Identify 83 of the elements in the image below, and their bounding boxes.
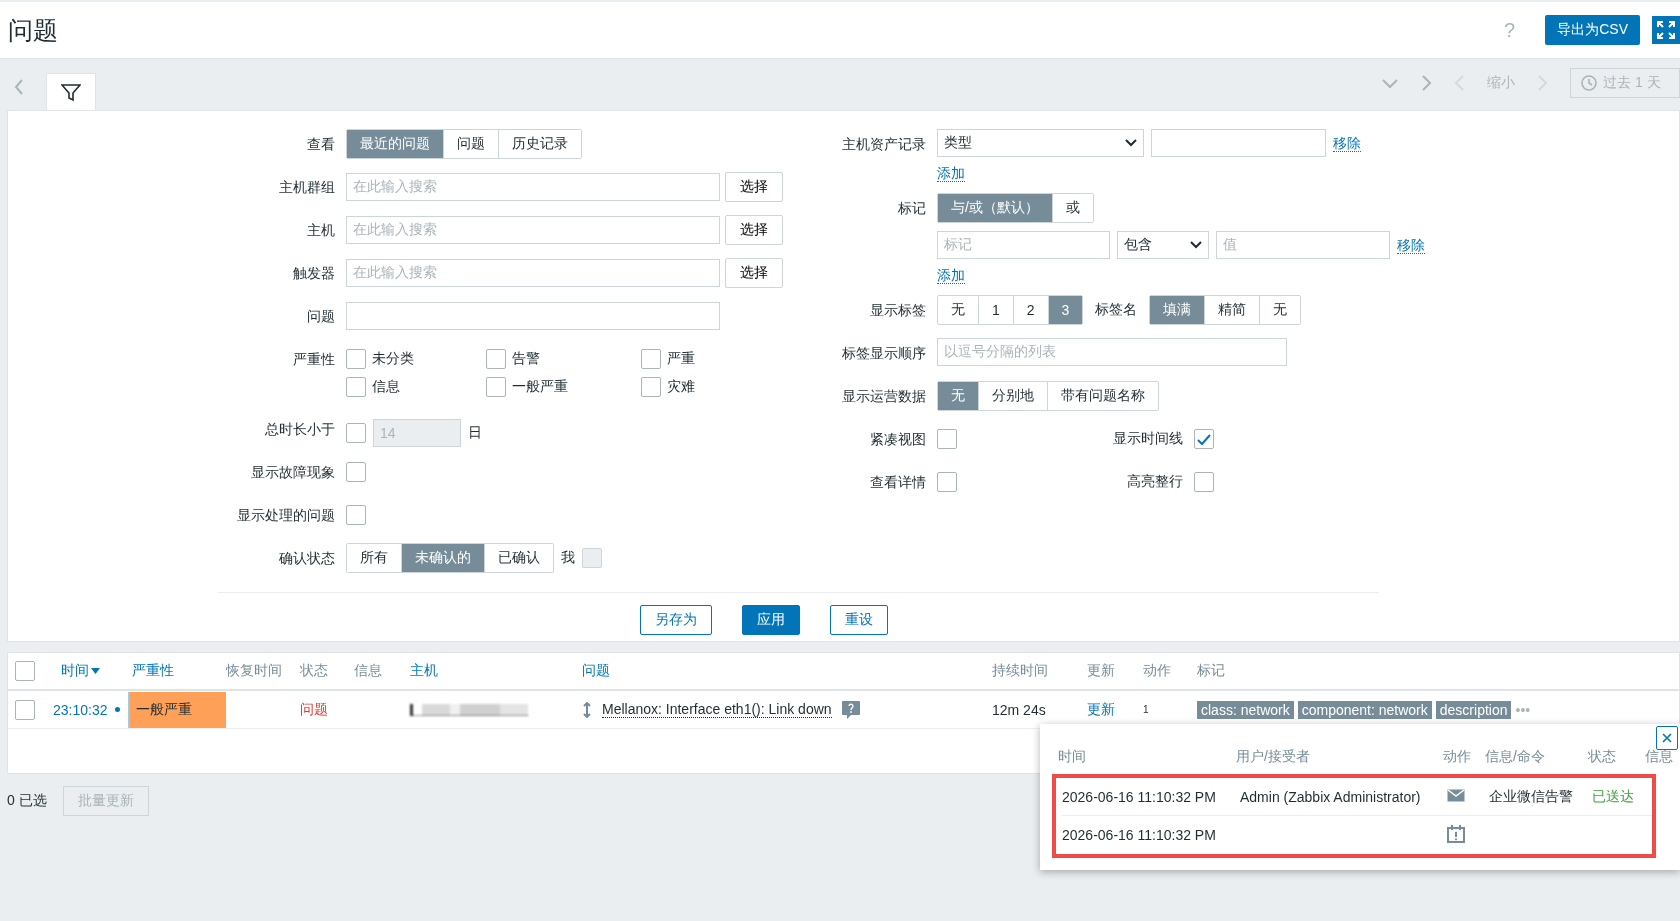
column-header: 动作 xyxy=(1443,748,1472,766)
update-link[interactable]: 更新 xyxy=(1087,700,1143,719)
column-header[interactable]: 时间 xyxy=(61,662,89,680)
status-text: 已送达 xyxy=(1592,787,1635,806)
export-button[interactable]: 导出为CSV xyxy=(1545,15,1640,45)
time-text: 2026-06-16 11:10:32 PM xyxy=(1062,788,1217,805)
dropdown[interactable]: 包含 xyxy=(1117,231,1209,259)
form-button[interactable]: 另存为 xyxy=(639,605,712,635)
duration-text: 12m 24s xyxy=(992,701,1047,718)
tag-chip: class: network xyxy=(1197,700,1294,719)
field-label: 标签显示顺序 xyxy=(841,344,927,363)
action-count[interactable]: 1 xyxy=(1143,704,1149,715)
status-text: 问题 xyxy=(300,700,329,719)
field-label: 显示运营数据 xyxy=(841,387,927,406)
column-header[interactable]: 严重性 xyxy=(132,662,226,680)
column-header: 状态 xyxy=(1588,748,1617,766)
unit-label: 日 xyxy=(468,424,482,442)
column-header[interactable]: 主机 xyxy=(410,662,582,680)
segment-button[interactable]: 未确认的 xyxy=(402,544,485,572)
select-button[interactable]: 选择 xyxy=(725,258,783,288)
column-header: 用户/接受者 xyxy=(1236,748,1311,766)
field-label: 总时长小于 xyxy=(264,420,336,439)
time-text: 2026-06-16 11:10:32 PM xyxy=(1062,827,1217,843)
column-header[interactable]: 问题 xyxy=(582,662,992,680)
field-label: 问题 xyxy=(306,307,336,326)
add-link[interactable]: 添加 xyxy=(937,267,965,284)
dropdown[interactable]: 类型 xyxy=(937,129,1144,157)
field-label: 严重性 xyxy=(292,350,336,369)
column-header: 信息 xyxy=(354,662,383,680)
field-label: 显示标签 xyxy=(869,301,927,320)
field-label: 确认状态 xyxy=(278,549,336,568)
selected-count: 0 已选 xyxy=(7,792,47,810)
checkbox-label: 灾难 xyxy=(667,378,695,396)
form-button[interactable]: 重设 xyxy=(829,605,888,635)
segment-button[interactable]: 无 xyxy=(938,382,979,410)
tag-chip: description xyxy=(1435,700,1512,719)
field-label: 高亮整行 xyxy=(1126,473,1184,491)
field-label: 主机 xyxy=(306,221,336,240)
severity-cell: 一般严重 xyxy=(128,691,226,728)
field-label: 显示故障现象 xyxy=(250,463,336,482)
field-label: 查看详情 xyxy=(869,473,927,492)
column-header: 时间 xyxy=(1058,748,1087,766)
add-link[interactable]: 添加 xyxy=(937,165,965,182)
select-button[interactable]: 选择 xyxy=(725,215,783,245)
column-header: 标记 xyxy=(1197,662,1226,680)
field-label: 主机资产记录 xyxy=(841,135,927,154)
tag-chip: component: network xyxy=(1297,700,1432,719)
checkbox-label: 信息 xyxy=(372,378,400,396)
field-label: 查看 xyxy=(306,135,336,154)
checkbox-label: 告警 xyxy=(512,350,540,368)
field-label: 紧凑视图 xyxy=(869,430,927,449)
checkbox-label: 严重 xyxy=(667,350,695,368)
field-label: 标记 xyxy=(897,199,927,218)
segment-button[interactable]: 填满 xyxy=(1150,296,1206,324)
field-label: 主机群组 xyxy=(278,178,336,197)
remove-link[interactable]: 移除 xyxy=(1333,134,1361,152)
apply-button[interactable]: 应用 xyxy=(741,605,800,635)
column-header: 状态 xyxy=(300,662,329,680)
field-label: 标签名 xyxy=(1095,301,1138,319)
column-header: 信息/命令 xyxy=(1485,748,1546,766)
segment-button[interactable]: 无 xyxy=(938,296,979,324)
remove-link[interactable]: 移除 xyxy=(1397,236,1425,254)
problem-link[interactable]: Mellanox: Interface eth1(): Link down xyxy=(602,701,832,718)
column-header: 信息 xyxy=(1645,748,1674,766)
column-header: 恢复时间 xyxy=(226,662,283,680)
checkbox-label: 我 xyxy=(561,549,575,567)
checkbox-label: 未分类 xyxy=(372,350,414,368)
field-label: 显示时间线 xyxy=(1112,430,1184,448)
column-header: 动作 xyxy=(1143,662,1172,680)
segment-button[interactable]: 最近的问题 xyxy=(347,130,444,158)
user-text: Admin (Zabbix Administrator) xyxy=(1240,788,1422,805)
segment-button[interactable]: 所有 xyxy=(347,544,402,572)
field-label: 显示处理的问题 xyxy=(236,506,336,525)
message-text: 企业微信告警 xyxy=(1489,787,1574,806)
segment-button[interactable]: 3 xyxy=(1048,296,1083,324)
column-header: 更新 xyxy=(1087,662,1116,680)
time-link[interactable]: 23:10:32 xyxy=(53,701,108,718)
checkbox-label: 一般严重 xyxy=(512,378,568,396)
select-button[interactable]: 选择 xyxy=(725,172,783,202)
column-header: 持续时间 xyxy=(992,662,1049,680)
field-label: 触发器 xyxy=(292,264,336,283)
segment-button[interactable]: 与/或（默认） xyxy=(938,194,1053,222)
page-title: 问题 xyxy=(8,14,59,46)
